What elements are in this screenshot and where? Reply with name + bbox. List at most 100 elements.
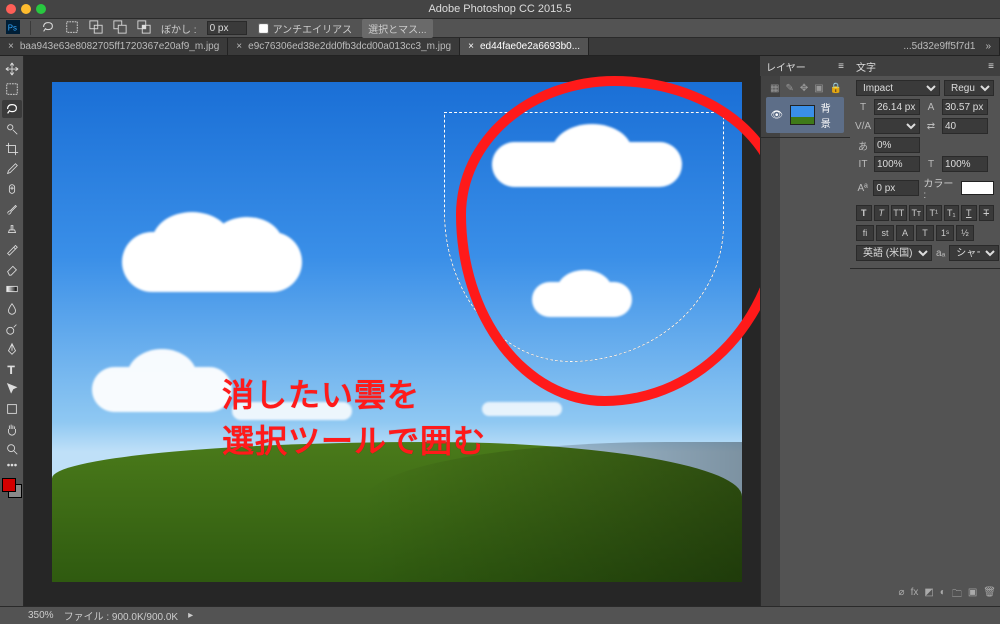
new-group-icon[interactable]: 🗀 xyxy=(952,587,962,604)
hand-tool[interactable] xyxy=(2,420,22,438)
ot-swash-button[interactable]: A xyxy=(896,225,914,241)
language-select[interactable]: 英語 (米国) xyxy=(856,245,932,261)
edit-toolbar-icon[interactable] xyxy=(2,460,22,470)
superscript-button[interactable]: T¹ xyxy=(926,205,942,221)
lasso-tool[interactable] xyxy=(2,100,22,118)
brush-tool[interactable] xyxy=(2,200,22,218)
adjustment-layer-icon[interactable]: ◐ xyxy=(940,587,946,604)
document-canvas[interactable]: 消したい雲を 選択ツールで囲む xyxy=(52,82,742,582)
baseline-shift-icon: Aª xyxy=(856,182,869,194)
layer-thumbnail[interactable] xyxy=(790,105,815,125)
selection-new-icon[interactable] xyxy=(65,20,79,37)
new-layer-icon[interactable]: ▣ xyxy=(968,587,977,604)
ot-ordinal-button[interactable]: 1ˢ xyxy=(936,225,954,241)
link-layers-icon[interactable]: ⌀ xyxy=(899,587,905,604)
marquee-tool[interactable] xyxy=(2,80,22,98)
document-tab[interactable]: ...5d32e9ff5f7d1» xyxy=(895,38,1000,55)
layer-name[interactable]: 背景 xyxy=(821,100,840,130)
lock-artboard-icon[interactable]: ▣ xyxy=(814,83,823,94)
allcaps-button[interactable]: TT xyxy=(891,205,907,221)
close-tab-icon[interactable]: × xyxy=(8,41,14,52)
eraser-tool[interactable] xyxy=(2,260,22,278)
feather-input[interactable] xyxy=(207,21,247,35)
quick-select-tool[interactable] xyxy=(2,120,22,138)
vert-scale-input[interactable] xyxy=(874,156,920,172)
lock-transparent-icon[interactable]: ▦ xyxy=(770,83,779,94)
collapsed-panel-strip[interactable] xyxy=(760,56,780,606)
kerning-select[interactable] xyxy=(874,118,920,134)
window-titlebar: Adobe Photoshop CC 2015.5 xyxy=(0,0,1000,18)
ps-logo-icon: Ps xyxy=(6,20,20,37)
document-tab[interactable]: ×e9c76306ed38e2dd0fb3dcd00a013cc3_m.jpg xyxy=(228,38,460,55)
ot-fi-button[interactable]: fi xyxy=(856,225,874,241)
underline-button[interactable]: T xyxy=(961,205,977,221)
layer-fx-icon[interactable]: fx xyxy=(911,587,919,604)
select-and-mask-button[interactable]: 選択とマス... xyxy=(362,19,432,38)
layer-mask-icon[interactable]: ◩ xyxy=(924,587,933,604)
eyedropper-tool[interactable] xyxy=(2,160,22,178)
dodge-tool[interactable] xyxy=(2,320,22,338)
horz-scale-input[interactable] xyxy=(942,156,988,172)
selection-subtract-icon[interactable] xyxy=(113,20,127,37)
document-tab[interactable]: ×baa943e63e8082705ff1720367e20af9_m.jpg xyxy=(0,38,228,55)
bold-button[interactable]: T xyxy=(856,205,872,221)
font-style-select[interactable]: Regular xyxy=(944,80,994,96)
close-tab-icon[interactable]: × xyxy=(236,41,242,52)
selection-add-icon[interactable] xyxy=(89,20,103,37)
blur-tool[interactable] xyxy=(2,300,22,318)
lasso-tool-indicator-icon[interactable] xyxy=(41,20,55,37)
zoom-tool[interactable] xyxy=(2,440,22,458)
italic-button[interactable]: T xyxy=(874,205,890,221)
pen-tool[interactable] xyxy=(2,340,22,358)
move-tool[interactable] xyxy=(2,60,22,78)
clone-stamp-tool[interactable] xyxy=(2,220,22,238)
baseline-shift-input[interactable] xyxy=(873,180,919,196)
antialiasing-select[interactable]: シャープ xyxy=(949,245,999,261)
document-tab[interactable]: ×ed44fae0e2a6693b0... xyxy=(460,38,589,55)
history-brush-tool[interactable] xyxy=(2,240,22,258)
type-tool[interactable]: T xyxy=(2,360,22,378)
leading-input[interactable] xyxy=(942,99,988,115)
ot-st-button[interactable]: st xyxy=(876,225,894,241)
antialias-checkbox[interactable]: アンチエイリアス xyxy=(257,21,353,36)
tracking-input[interactable] xyxy=(942,118,988,134)
tab-overflow-icon[interactable]: » xyxy=(985,41,991,52)
color-swatches[interactable] xyxy=(2,478,22,502)
delete-layer-icon[interactable]: 🗑 xyxy=(983,587,996,604)
minimize-window-button[interactable] xyxy=(21,4,31,14)
zoom-level[interactable]: 350% xyxy=(28,610,54,621)
antialias-label: アンチエイリアス xyxy=(273,21,353,36)
panel-menu-icon[interactable]: ≡ xyxy=(988,61,994,72)
lock-position-icon[interactable]: ✥ xyxy=(800,83,808,94)
path-select-tool[interactable] xyxy=(2,380,22,398)
gradient-tool[interactable] xyxy=(2,280,22,298)
ot-titling-button[interactable]: T xyxy=(916,225,934,241)
character-panel-title[interactable]: 文字 xyxy=(856,59,876,74)
status-disclosure-icon[interactable]: ▸ xyxy=(188,610,193,621)
layers-panel-title[interactable]: レイヤー xyxy=(766,59,806,74)
close-tab-icon[interactable]: × xyxy=(468,41,474,52)
healing-brush-tool[interactable] xyxy=(2,180,22,198)
strikethrough-button[interactable]: T xyxy=(979,205,995,221)
lock-pixels-icon[interactable]: ✎ xyxy=(785,83,793,94)
layer-visibility-icon[interactable]: 👁 xyxy=(770,110,784,121)
text-color-swatch[interactable] xyxy=(961,181,994,195)
foreground-color-swatch[interactable] xyxy=(2,478,16,492)
doc-size-label[interactable]: ファイル : 900.0K/900.0K xyxy=(64,608,179,623)
tsume-input[interactable] xyxy=(874,137,920,153)
shape-tool[interactable] xyxy=(2,400,22,418)
close-window-button[interactable] xyxy=(6,4,16,14)
zoom-window-button[interactable] xyxy=(36,4,46,14)
canvas-area[interactable]: 消したい雲を 選択ツールで囲む xyxy=(24,56,760,606)
font-family-select[interactable]: Impact xyxy=(856,80,940,96)
lock-all-icon[interactable]: 🔒 xyxy=(830,83,842,94)
panel-menu-icon[interactable]: ≡ xyxy=(838,61,844,72)
ot-fraction-button[interactable]: ½ xyxy=(956,225,974,241)
font-size-input[interactable] xyxy=(874,99,920,115)
layer-row[interactable]: 👁 背景 xyxy=(766,97,844,133)
status-bar: 350% ファイル : 900.0K/900.0K ▸ xyxy=(0,606,1000,624)
smallcaps-button[interactable]: Tᴛ xyxy=(909,205,925,221)
selection-intersect-icon[interactable] xyxy=(137,20,151,37)
crop-tool[interactable] xyxy=(2,140,22,158)
subscript-button[interactable]: T₁ xyxy=(944,205,960,221)
